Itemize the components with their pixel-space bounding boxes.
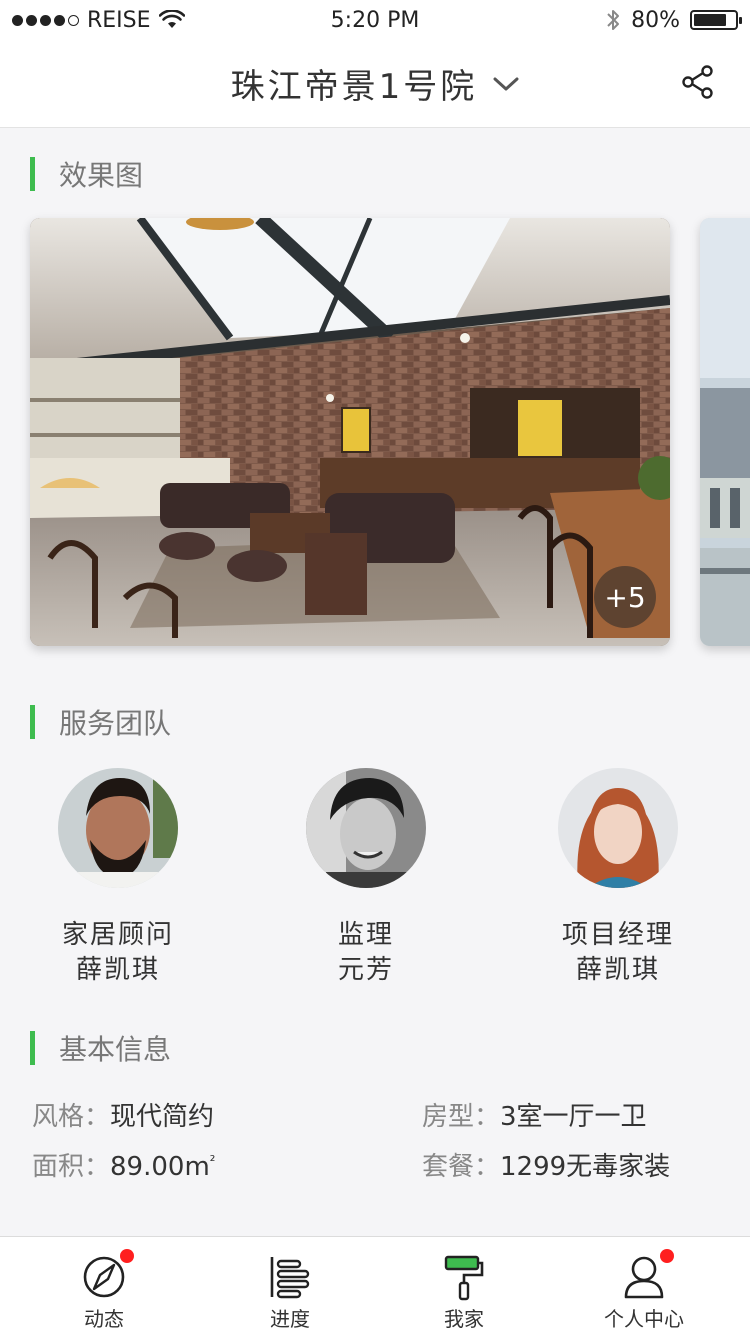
avatar	[306, 768, 426, 888]
info-value: 89.00m²	[110, 1152, 215, 1182]
person-icon	[620, 1249, 674, 1301]
avatar	[558, 768, 678, 888]
team-member[interactable]: 监理 元芳	[266, 768, 466, 988]
rendering-image	[30, 218, 670, 646]
info-style: 风格： 现代简约	[32, 1096, 214, 1133]
compass-icon	[80, 1249, 134, 1301]
tab-label: 动态	[84, 1307, 124, 1331]
section-accent-bar	[30, 1031, 35, 1065]
info-value: 3室一厅一卫	[500, 1102, 647, 1132]
renderings-header: 效果图	[30, 156, 143, 192]
chevron-down-icon	[493, 77, 519, 90]
bluetooth-icon	[607, 10, 620, 30]
battery-icon	[690, 10, 742, 30]
nav-bar: 珠江帝景1号院	[0, 40, 750, 128]
rendering-card-next[interactable]	[700, 218, 750, 646]
member-role: 家居顾问	[61, 920, 174, 950]
more-photos-badge[interactable]: +5	[594, 566, 656, 628]
info-area: 面积： 89.00m²	[32, 1146, 215, 1183]
app-screen: REISE 5:20 PM 80% 珠江帝景1号院 效果图 +5 服务团队 家居…	[0, 0, 750, 1334]
info-label: 房型：	[422, 1102, 501, 1132]
info-value: 现代简约	[110, 1102, 215, 1132]
status-left: REISE	[12, 8, 272, 33]
section-accent-bar	[30, 705, 35, 739]
section-title: 效果图	[59, 159, 144, 192]
area-value: 89.00m	[110, 1152, 210, 1182]
wifi-icon	[158, 10, 185, 28]
battery-percent: 80%	[631, 7, 680, 33]
tab-badge-dot	[660, 1249, 674, 1263]
page-title: 珠江帝景1号院	[230, 67, 478, 107]
team-header: 服务团队	[30, 704, 171, 740]
team-member[interactable]: 家居顾问 薛凯琪	[18, 768, 218, 988]
tab-progress[interactable]: 进度	[220, 1237, 360, 1334]
rendering-image-next	[700, 218, 750, 646]
status-time: 5:20 PM	[330, 7, 420, 33]
paint-roller-icon	[440, 1253, 488, 1301]
tab-feed[interactable]: 动态	[34, 1237, 174, 1334]
area-unit-sup: ²	[209, 1153, 216, 1170]
project-selector[interactable]: 珠江帝景1号院	[231, 59, 520, 108]
info-package: 套餐： 1299无毒家装	[422, 1146, 670, 1183]
progress-icon	[266, 1253, 314, 1301]
info-label: 套餐：	[422, 1152, 501, 1182]
member-name: 薛凯琪	[575, 955, 660, 985]
rendering-card[interactable]: +5	[30, 218, 670, 646]
info-label: 风格：	[32, 1102, 111, 1132]
team-member[interactable]: 项目经理 薛凯琪	[518, 768, 718, 988]
tab-label: 个人中心	[604, 1307, 684, 1331]
tab-label: 我家	[444, 1307, 484, 1331]
section-title: 服务团队	[59, 707, 172, 740]
member-name: 薛凯琪	[75, 955, 160, 985]
tab-bar: 动态 进度 我家 个人中心	[0, 1236, 750, 1334]
tab-label: 进度	[270, 1307, 310, 1331]
member-role: 项目经理	[561, 920, 674, 950]
member-role: 监理	[337, 920, 394, 950]
carrier-label: REISE	[87, 7, 151, 33]
info-header: 基本信息	[30, 1030, 171, 1066]
tab-badge-dot	[120, 1249, 134, 1263]
tab-my-home[interactable]: 我家	[394, 1237, 534, 1334]
info-label: 面积：	[32, 1152, 111, 1182]
member-name: 元芳	[337, 955, 394, 985]
status-bar: REISE 5:20 PM 80%	[0, 0, 750, 40]
tab-profile[interactable]: 个人中心	[574, 1237, 714, 1334]
avatar	[58, 768, 178, 888]
info-layout: 房型： 3室一厅一卫	[422, 1096, 647, 1133]
section-title: 基本信息	[59, 1033, 172, 1066]
info-value: 1299无毒家装	[500, 1152, 671, 1182]
battery-level	[694, 14, 726, 26]
section-accent-bar	[30, 157, 35, 191]
signal-icon	[12, 14, 79, 26]
status-right: 80%	[478, 7, 742, 33]
share-icon[interactable]	[680, 64, 716, 100]
